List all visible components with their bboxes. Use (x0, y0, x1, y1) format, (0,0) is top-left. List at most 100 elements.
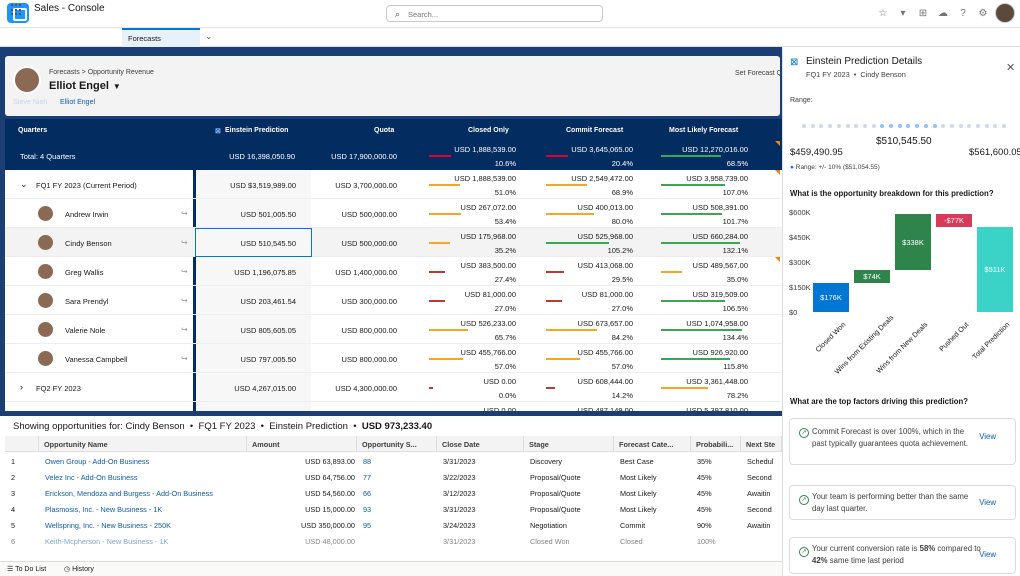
einstein-cell[interactable]: USD 4,267,015.00 (196, 373, 311, 401)
app-launcher-icon[interactable] (11, 4, 23, 16)
likely-percent: 35.0% (726, 275, 748, 284)
col-quarters[interactable]: Quarters (18, 127, 47, 134)
stage-cell: Proposal/Quote (530, 489, 581, 498)
grid-row[interactable]: Valerie Nole ↪ USD 805,605.05 USD 800,000.0… (5, 315, 782, 344)
opportunity-name-cell[interactable]: Wellspring, Inc. - New Business - 250K (45, 521, 245, 530)
breadcrumb[interactable]: Forecasts > Opportunity Revenue (49, 69, 154, 76)
share-icon[interactable]: ↪ (181, 267, 188, 276)
amount-cell: USD 48,000.00 (305, 537, 355, 546)
opportunity-score-cell[interactable]: 93 (363, 505, 435, 514)
set-quota-link[interactable]: Set Forecast Q (735, 70, 782, 77)
col-probability[interactable]: Probabili... (691, 436, 741, 452)
opportunity-name-cell[interactable]: Keith-Mcpherson - New Business - 1K (45, 537, 245, 546)
hierarchy-link[interactable]: Elliot Engel (60, 99, 95, 106)
favorites-star-icon[interactable]: ☆ (876, 7, 890, 21)
closed-value: USD 0.00 (483, 377, 516, 386)
hierarchy-link-faint[interactable]: Steve Nieh (13, 99, 47, 106)
share-icon[interactable]: ↪ (181, 238, 188, 247)
view-link[interactable]: View (979, 550, 996, 559)
opportunity-score-cell[interactable]: 95 (363, 521, 435, 530)
col-opportunity-score[interactable]: Opportunity S... (357, 436, 437, 452)
close-icon[interactable]: ✕ (1006, 61, 1015, 74)
grid-row[interactable]: Andrew Irwin ↪ USD 501,005.50 USD 500,000.0… (5, 199, 782, 228)
col-einstein[interactable]: Einstein Prediction (225, 127, 288, 134)
waterfall-bar[interactable]: $511K (977, 226, 1013, 312)
col-opportunity-name[interactable]: Opportunity Name (39, 436, 247, 452)
closed-cell: USD 1,888,539.00 51.0% (429, 170, 516, 199)
commit-cell: USD 487,149.00 (546, 402, 633, 411)
grid-row[interactable]: Cindy Benson ↪ USD 510,545.50 USD 500,000.0… (5, 228, 782, 257)
col-commit[interactable]: Commit Forecast (566, 127, 623, 134)
share-icon[interactable]: ↪ (181, 354, 188, 363)
grid-row[interactable]: USD 0.00 USD 487,149.00 USD 5,397,810.00 (5, 402, 782, 411)
likely-percent: 107.0% (722, 188, 748, 197)
favorites-menu-icon[interactable]: ▾ (896, 7, 910, 21)
opportunity-name-cell[interactable]: Owen Group - Add-On Business (45, 457, 245, 466)
range-low: $459,490.95 (790, 147, 843, 158)
einstein-cell[interactable]: USD 797,005.50 (196, 344, 311, 372)
grid-row[interactable]: ⌄ FQ1 FY 2023 (Current Period) USD $3,519,… (5, 170, 782, 199)
opportunity-score-cell[interactable]: 77 (363, 473, 435, 482)
range-dot (810, 124, 815, 128)
likely-bar (661, 329, 742, 331)
nav-menu-chevron-icon[interactable]: ⌄ (205, 31, 213, 42)
expand-chevron-icon[interactable]: › (20, 382, 23, 392)
search-input[interactable]: ⌕ Search... (386, 5, 603, 22)
history-item[interactable]: ◷ History (64, 565, 94, 573)
grid-row[interactable]: Vanessa Campbell ↪ USD 797,005.50 USD 800,0… (5, 344, 782, 373)
waterfall-bar[interactable]: $338K (895, 214, 931, 271)
todo-list-item[interactable]: ☰ To Do List (7, 565, 46, 573)
owner-avatar (13, 66, 41, 94)
share-icon[interactable]: ↪ (181, 325, 188, 334)
likely-percent: 106.5% (722, 304, 748, 313)
trailhead-icon[interactable]: ☁ (936, 7, 950, 21)
share-icon[interactable]: ↪ (181, 296, 188, 305)
waterfall-bar[interactable]: -$77K (936, 214, 972, 227)
quota-cell: USD 300,000.00 (341, 297, 397, 306)
global-add-icon[interactable]: ⊞ (916, 7, 930, 21)
opportunity-score-cell[interactable]: 88 (363, 457, 435, 466)
einstein-cell[interactable]: USD $3,519,989.00 (196, 170, 311, 198)
col-stage[interactable]: Stage (524, 436, 614, 452)
grid-row[interactable]: Greg Wallis ↪ USD 1,196,075.85 USD 1,400,00… (5, 257, 782, 286)
view-link[interactable]: View (979, 432, 996, 441)
waterfall-bar[interactable]: $176K (813, 282, 849, 312)
row-name: Andrew Irwin (65, 210, 109, 219)
einstein-cell[interactable]: USD 1,196,075.85 (196, 257, 311, 285)
einstein-cell[interactable]: USD 501,005.50 (196, 199, 311, 227)
opportunity-name-cell[interactable]: Velez Inc - Add-On Business (45, 473, 245, 482)
einstein-cell[interactable] (196, 402, 311, 411)
help-icon[interactable]: ? (956, 7, 970, 21)
commit-value: USD 673,657.00 (577, 319, 633, 328)
share-icon[interactable]: ↪ (181, 209, 188, 218)
col-likely[interactable]: Most Likely Forecast (669, 127, 738, 134)
forecast-owner-selector[interactable]: Elliot Engel ▼ (49, 80, 121, 92)
grid-row[interactable]: › FQ2 FY 2023 USD 4,267,015.00 USD 4,300,00… (5, 373, 782, 402)
row-number: 6 (11, 537, 16, 546)
opportunity-name-cell[interactable]: Plasmosis, Inc. - New Business - 1K (45, 505, 245, 514)
col-closed[interactable]: Closed Only (468, 127, 509, 134)
einstein-cell[interactable]: USD 805,605.05 (196, 315, 311, 343)
waterfall-bar[interactable]: $74K (854, 270, 890, 283)
forecast-category-cell: Most Likely (620, 489, 657, 498)
opportunity-score-cell[interactable]: 66 (363, 489, 435, 498)
user-avatar[interactable] (995, 3, 1015, 23)
col-next-step[interactable]: Next Ste (741, 436, 782, 452)
col-close-date[interactable]: Close Date (437, 436, 524, 452)
commit-percent: 57.0% (611, 362, 633, 371)
view-link[interactable]: View (979, 498, 996, 507)
col-amount[interactable]: Amount (247, 436, 357, 452)
col-forecast-category[interactable]: Forecast Cate... (614, 436, 691, 452)
closed-bar (429, 358, 464, 360)
row-name: Greg Wallis (65, 268, 104, 277)
expand-chevron-icon[interactable]: ⌄ (20, 179, 28, 190)
probability-cell: 90% (697, 521, 712, 530)
tab-forecasts[interactable]: Forecasts (122, 28, 200, 47)
next-step-cell: Awaitin (747, 489, 771, 498)
setup-gear-icon[interactable]: ⚙ (976, 7, 990, 21)
opportunity-name-cell[interactable]: Erickson, Mendoza and Burgess - Add-On B… (45, 489, 245, 498)
col-quota[interactable]: Quota (374, 127, 394, 134)
einstein-cell[interactable]: USD 203,461.54 (196, 286, 311, 314)
grid-row[interactable]: Sara Prendyl ↪ USD 203,461.54 USD 300,000.0… (5, 286, 782, 315)
forecast-category-cell: Commit (620, 521, 646, 530)
